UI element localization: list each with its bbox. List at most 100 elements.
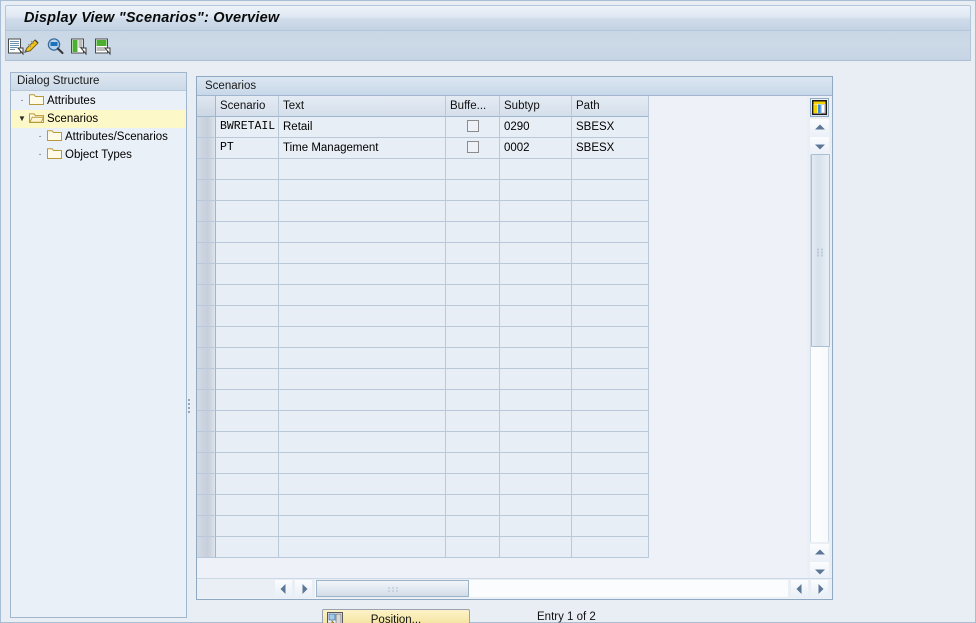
cell-empty[interactable] — [572, 474, 649, 495]
cell-subtyp[interactable]: 0002 — [500, 138, 572, 159]
cell-empty[interactable] — [446, 327, 500, 348]
cell-empty[interactable] — [572, 348, 649, 369]
cell-empty[interactable] — [279, 474, 446, 495]
cell-empty[interactable] — [279, 537, 446, 558]
cell-empty[interactable] — [572, 243, 649, 264]
cell-empty[interactable] — [500, 390, 572, 411]
column-header-scenario[interactable]: Scenario — [216, 96, 279, 117]
scroll-page-right-button[interactable] — [811, 580, 828, 597]
cell-path[interactable]: SBESX — [572, 117, 649, 138]
cell-empty[interactable] — [500, 180, 572, 201]
cell-empty[interactable] — [500, 411, 572, 432]
row-select-button[interactable] — [197, 411, 216, 432]
cell-buffer[interactable] — [446, 138, 500, 159]
cell-empty[interactable] — [216, 474, 279, 495]
cell-text[interactable]: Retail — [279, 117, 446, 138]
row-select-button[interactable] — [197, 264, 216, 285]
row-select-button[interactable] — [197, 369, 216, 390]
cell-empty[interactable] — [446, 285, 500, 306]
cell-empty[interactable] — [279, 180, 446, 201]
row-select-button[interactable] — [197, 138, 216, 159]
cell-empty[interactable] — [279, 159, 446, 180]
cell-empty[interactable] — [216, 453, 279, 474]
cell-empty[interactable] — [572, 201, 649, 222]
cell-empty[interactable] — [572, 537, 649, 558]
row-select-button[interactable] — [197, 201, 216, 222]
row-select-button[interactable] — [197, 474, 216, 495]
cell-empty[interactable] — [279, 306, 446, 327]
cell-empty[interactable] — [279, 348, 446, 369]
row-select-button[interactable] — [197, 222, 216, 243]
row-select-button[interactable] — [197, 180, 216, 201]
cell-empty[interactable] — [572, 180, 649, 201]
cell-empty[interactable] — [279, 432, 446, 453]
cell-empty[interactable] — [279, 390, 446, 411]
row-select-button[interactable] — [197, 432, 216, 453]
cell-empty[interactable] — [572, 411, 649, 432]
cell-empty[interactable] — [446, 474, 500, 495]
copy-entry-icon[interactable] — [69, 37, 88, 56]
cell-empty[interactable] — [500, 369, 572, 390]
buffer-checkbox[interactable] — [466, 120, 479, 132]
cell-empty[interactable] — [500, 432, 572, 453]
cell-scenario[interactable]: PT — [216, 138, 279, 159]
column-header-path[interactable]: Path — [572, 96, 649, 117]
cell-empty[interactable] — [216, 201, 279, 222]
cell-empty[interactable] — [279, 264, 446, 285]
cell-empty[interactable] — [500, 285, 572, 306]
sidebar-item-object-types[interactable]: · Object Types — [11, 146, 186, 164]
row-select-button[interactable] — [197, 495, 216, 516]
cell-empty[interactable] — [446, 201, 500, 222]
vertical-scrollbar[interactable] — [809, 98, 830, 580]
row-select-button[interactable] — [197, 243, 216, 264]
column-header-subtyp[interactable]: Subtyp — [500, 96, 572, 117]
cell-empty[interactable] — [279, 285, 446, 306]
cell-empty[interactable] — [500, 537, 572, 558]
row-select-button[interactable] — [197, 306, 216, 327]
column-header-buffer[interactable]: Buffe... — [446, 96, 500, 117]
cell-empty[interactable] — [279, 327, 446, 348]
cell-empty[interactable] — [446, 306, 500, 327]
cell-empty[interactable] — [216, 390, 279, 411]
cell-empty[interactable] — [572, 453, 649, 474]
cell-empty[interactable] — [572, 327, 649, 348]
cell-empty[interactable] — [216, 180, 279, 201]
cell-empty[interactable] — [572, 159, 649, 180]
cell-empty[interactable] — [500, 348, 572, 369]
cell-empty[interactable] — [572, 390, 649, 411]
check-magnifier-icon[interactable] — [46, 37, 65, 56]
vertical-scroll-track[interactable] — [810, 154, 830, 542]
row-select-button[interactable] — [197, 285, 216, 306]
details-icon[interactable] — [6, 37, 25, 56]
cell-empty[interactable] — [216, 432, 279, 453]
cell-empty[interactable] — [279, 516, 446, 537]
buffer-checkbox[interactable] — [466, 141, 479, 153]
cell-empty[interactable] — [216, 222, 279, 243]
select-all-button[interactable] — [197, 96, 216, 117]
scroll-left-button[interactable] — [275, 580, 292, 597]
cell-empty[interactable] — [446, 159, 500, 180]
cell-empty[interactable] — [500, 264, 572, 285]
cell-empty[interactable] — [446, 432, 500, 453]
cell-empty[interactable] — [216, 495, 279, 516]
cell-empty[interactable] — [500, 474, 572, 495]
cell-empty[interactable] — [500, 327, 572, 348]
row-select-button[interactable] — [197, 348, 216, 369]
row-select-button[interactable] — [197, 390, 216, 411]
cell-empty[interactable] — [279, 411, 446, 432]
cell-empty[interactable] — [216, 516, 279, 537]
cell-empty[interactable] — [216, 369, 279, 390]
row-select-button[interactable] — [197, 516, 216, 537]
column-config-icon[interactable] — [810, 98, 829, 117]
cell-empty[interactable] — [446, 243, 500, 264]
panel-splitter-handle[interactable] — [188, 397, 192, 419]
sidebar-item-attributes-scenarios[interactable]: · Attributes/Scenarios — [11, 128, 186, 146]
row-select-button[interactable] — [197, 327, 216, 348]
cell-empty[interactable] — [279, 495, 446, 516]
scroll-page-left-button[interactable] — [791, 580, 808, 597]
cell-empty[interactable] — [446, 390, 500, 411]
cell-empty[interactable] — [216, 285, 279, 306]
position-button[interactable]: Position... — [322, 609, 470, 623]
cell-scenario[interactable]: BWRETAIL — [216, 117, 279, 138]
scroll-up-button[interactable] — [810, 119, 829, 137]
